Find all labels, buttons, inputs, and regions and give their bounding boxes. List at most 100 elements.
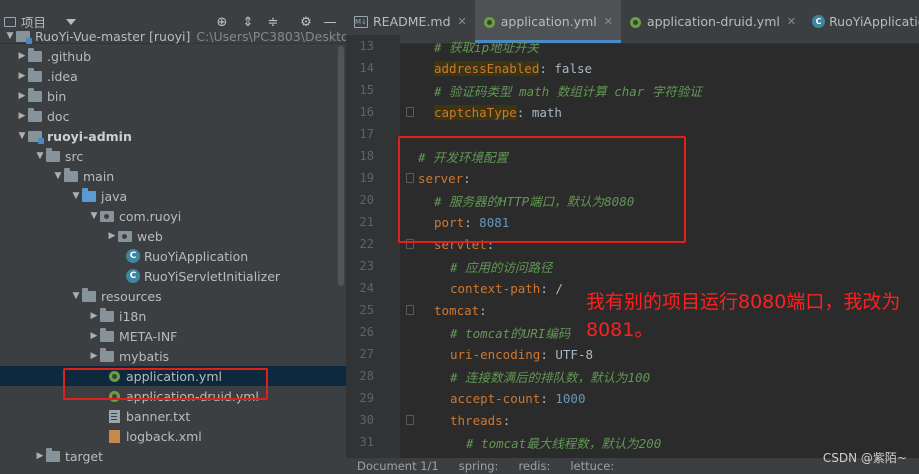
close-icon[interactable]: ✕ [458,15,467,28]
tree-item[interactable]: ▼ resources [0,286,346,306]
code-line[interactable]: 18 # 开发环境配置 [346,145,919,167]
tree-item[interactable]: ▼ com.ruoyi [0,206,346,226]
module-icon [28,130,44,144]
tree-item[interactable]: ▼ RuoYi-Vue-master [ruoyi] C:\Users\PC3803… [0,26,346,46]
code-line[interactable]: 28 # 连接数满后的排队数，默认为100 [346,365,919,387]
chevron-right-icon[interactable]: ▶ [16,66,28,86]
text-file-icon [109,409,120,423]
code-token: context-path [450,280,541,296]
code-line[interactable]: 30 threads: [346,409,919,431]
chevron-right-icon[interactable]: ▶ [16,106,28,126]
tree-item[interactable]: ▶ bin [0,86,346,106]
line-number: 27 [359,347,374,361]
folder-icon [46,147,60,162]
tree-item[interactable]: ▶ mybatis [0,346,346,366]
fold-marker-icon[interactable] [406,415,414,425]
chevron-down-icon[interactable]: ▼ [52,166,64,186]
breadcrumb-item[interactable]: spring: [459,459,499,473]
code-token: : false [539,60,593,76]
code-line[interactable]: 13 # 获取ip地址开关 [346,35,919,57]
tree-item[interactable]: ▶ .github [0,46,346,66]
line-number: 15 [359,83,374,97]
code-token: # 服务器的HTTP端口，默认为8080 [434,193,635,209]
tree-item[interactable]: ▶ target [0,446,346,466]
close-icon[interactable]: ✕ [787,15,796,28]
code-token: : [540,390,556,406]
tree-item-label: RuoYiApplication [144,248,249,264]
tree-item-label: application.yml [126,368,222,384]
breadcrumb-item[interactable]: Document 1/1 [357,459,439,473]
code-line[interactable]: 20 # 服务器的HTTP端口，默认为8080 [346,189,919,211]
close-icon[interactable]: ✕ [604,15,613,28]
code-text: accept-count: 1000 [450,391,585,406]
chevron-down-icon[interactable]: ▼ [70,186,82,206]
code-line[interactable]: 16 captchaType: math [346,101,919,123]
code-text: server: [418,171,471,186]
chevron-right-icon[interactable]: ▶ [88,326,100,346]
chevron-down-icon[interactable]: ▼ [16,126,28,146]
java-class-icon: C [812,15,826,28]
project-tree-scrollbar[interactable] [338,46,344,286]
code-line[interactable]: 27 uri-encoding: UTF-8 [346,343,919,365]
folder-icon [100,327,114,342]
code-token: port [434,214,465,230]
code-line[interactable]: 21 port: 8081 [346,211,919,233]
chevron-down-icon[interactable] [66,18,77,25]
code-editor[interactable]: 13 # 获取ip地址开关 14 addressEnabled: false 15 # 验… [346,35,919,458]
watermark: CSDN @紫陌~ [822,451,907,465]
tree-item[interactable]: ▼ src [0,146,346,166]
tree-item[interactable]: ▶ web [0,226,346,246]
code-line[interactable]: 15 # 验证码类型 math 数组计算 char 字符验证 [346,79,919,101]
tree-item[interactable]: ▶ META-INF [0,326,346,346]
code-line[interactable]: 17 [346,123,919,145]
tree-item[interactable]: ▶ .idea [0,66,346,86]
line-number: 16 [359,105,374,119]
line-number: 28 [359,369,374,383]
fold-marker-icon[interactable] [406,239,414,249]
code-text: threads: [450,413,510,428]
java-class-icon: C [126,249,140,263]
chevron-right-icon[interactable]: ▶ [88,306,100,326]
chevron-down-icon[interactable]: ▼ [70,286,82,306]
code-line[interactable]: 14 addressEnabled: false [346,57,919,79]
chevron-down-icon[interactable]: ▼ [4,26,16,46]
line-number: 18 [359,149,374,163]
tree-item[interactable]: ▼ java [0,186,346,206]
chevron-down-icon[interactable]: ▼ [34,146,46,166]
tree-item[interactable]: ▶ i18n [0,306,346,326]
chevron-right-icon[interactable]: ▶ [16,86,28,106]
line-number: 31 [359,435,374,449]
chevron-right-icon[interactable]: ▶ [34,446,46,466]
tree-item-label: i18n [119,308,147,324]
line-number: 24 [359,281,374,295]
fold-marker-icon[interactable] [406,173,414,183]
tree-item[interactable]: application-druid.yml [0,386,346,406]
code-token: 1000 [555,390,586,406]
tree-item[interactable]: ▶ doc [0,106,346,126]
chevron-right-icon[interactable]: ▶ [106,226,118,246]
code-line[interactable]: 19 server: [346,167,919,189]
tree-item[interactable]: C RuoYiApplication [0,246,346,266]
tree-item-label: .idea [47,68,78,84]
code-token: : / [540,280,563,296]
code-line[interactable]: 23 # 应用的访问路径 [346,255,919,277]
breadcrumb-item[interactable]: redis: [518,459,550,473]
tree-item[interactable]: banner.txt [0,406,346,426]
breadcrumb-item[interactable]: lettuce: [570,459,614,473]
code-line[interactable]: 29 accept-count: 1000 [346,387,919,409]
tree-item-label: doc [47,108,70,124]
chevron-right-icon[interactable]: ▶ [88,346,100,366]
tree-item[interactable]: C RuoYiServletInitializer [0,266,346,286]
tree-item-label: java [101,188,128,204]
tree-item[interactable]: application.yml [0,366,346,386]
tree-item[interactable]: ▼ ruoyi-admin [0,126,346,146]
fold-marker-icon[interactable] [406,305,414,315]
chevron-right-icon[interactable]: ▶ [16,46,28,66]
chevron-down-icon[interactable]: ▼ [88,206,100,226]
fold-marker-icon[interactable] [406,107,414,117]
line-number: 22 [359,237,374,251]
code-text: port: 8081 [434,215,509,230]
tree-item[interactable]: logback.xml [0,426,346,446]
code-line[interactable]: 22 servlet: [346,233,919,255]
tree-item[interactable]: ▼ main [0,166,346,186]
